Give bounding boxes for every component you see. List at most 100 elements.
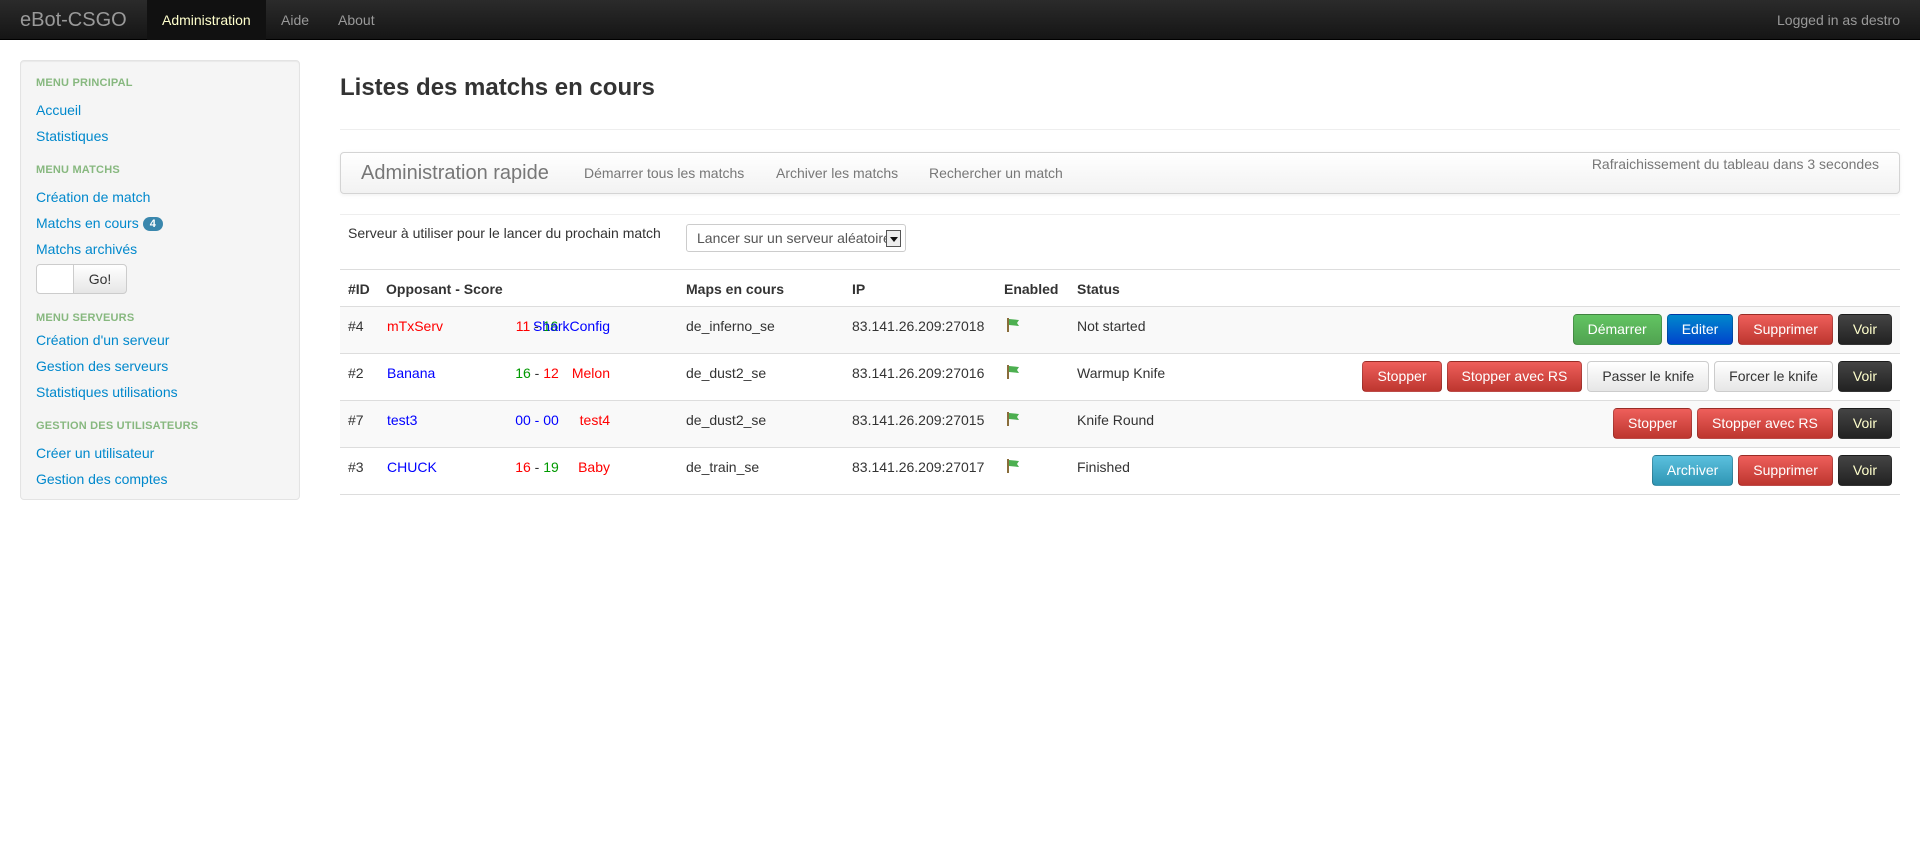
sidebar-item-creation-match[interactable]: Création de match (36, 189, 150, 205)
match-count-badge: 4 (142, 217, 163, 231)
title-divider (340, 129, 1900, 130)
sidebar-item-gestion-serveurs[interactable]: Gestion des serveurs (36, 358, 168, 374)
server-select-value: Lancer sur un serveur aléatoire (697, 230, 889, 246)
col-header-ip: IP (852, 281, 866, 297)
match-score: 00 - 00 (515, 412, 559, 428)
start-all-matches-link[interactable]: Démarrer tous les matchs (584, 165, 744, 181)
sidebar-item-creation-serveur[interactable]: Création d'un serveur (36, 332, 169, 348)
view-button[interactable]: Voir (1837, 361, 1892, 392)
server-ip: 83.141.26.209:27016 (852, 365, 985, 381)
match-id: #7 (348, 412, 364, 428)
nav-aide[interactable]: Aide (266, 0, 324, 40)
stop-with-rs-button[interactable]: Stopper avec RS (1697, 408, 1833, 439)
brand-logo[interactable]: eBot-CSGO (20, 0, 127, 40)
row-actions: Archiver Supprimer Voir (1651, 455, 1892, 486)
col-header-id: #ID (348, 281, 370, 297)
sidebar-item-label: Matchs en cours (36, 215, 139, 231)
nav-about[interactable]: About (323, 0, 390, 40)
stop-button[interactable]: Stopper (1362, 361, 1442, 392)
match-id: #3 (348, 459, 364, 475)
table-top-border (340, 269, 1900, 270)
delete-button[interactable]: Supprimer (1738, 455, 1833, 486)
delete-button[interactable]: Supprimer (1738, 314, 1833, 345)
sidebar: MENU PRINCIPAL Accueil Statistiques MENU… (20, 60, 300, 500)
flag-green-icon (1007, 318, 1019, 332)
team2-name: Melon (571, 365, 610, 381)
refresh-countdown: Rafraichissement du tableau dans 3 secon… (1591, 156, 1879, 172)
col-header-opposant: Opposant - Score (386, 281, 503, 297)
team2-name: SharkConfig (532, 318, 610, 334)
team1-name: mTxServ (387, 318, 443, 334)
chevron-down-icon (886, 230, 901, 247)
map-name: de_dust2_se (686, 412, 767, 428)
skip-knife-button[interactable]: Passer le knife (1587, 361, 1710, 392)
top-navbar: eBot-CSGO Administration Aide About Logg… (0, 0, 1920, 40)
stop-button[interactable]: Stopper (1612, 408, 1693, 439)
match-status: Knife Round (1077, 412, 1155, 428)
page-title: Listes des matchs en cours (340, 74, 655, 101)
sidebar-item-creer-utilisateur[interactable]: Créer un utilisateur (36, 445, 154, 461)
quick-admin-bar: Administration rapide Démarrer tous les … (340, 152, 1900, 194)
sidebar-item-stats-utilisations[interactable]: Statistiques utilisations (36, 384, 178, 400)
section-divider (340, 214, 1900, 215)
archive-matches-link[interactable]: Archiver les matchs (776, 165, 898, 181)
start-button[interactable]: Démarrer (1572, 314, 1662, 345)
map-name: de_inferno_se (686, 318, 775, 334)
match-status: Warmup Knife (1077, 365, 1166, 381)
archive-button[interactable]: Archiver (1651, 455, 1734, 486)
table-row: #2 Banana 16 - 12 Melon de_dust2_se 83.1… (340, 353, 1900, 400)
quick-admin-title: Administration rapide (361, 162, 549, 184)
team1-name: Banana (387, 365, 436, 381)
team2-name: test4 (579, 412, 610, 428)
table-row: #3 CHUCK 16 - 19 Baby de_train_se 83.141… (340, 447, 1900, 494)
sidebar-item-accueil[interactable]: Accueil (36, 102, 81, 118)
map-name: de_train_se (686, 459, 760, 475)
sidebar-header-matchs: MENU MATCHS (36, 164, 120, 176)
table-row: #4 mTxServ 11 - 16 SharkConfig de_infern… (340, 306, 1900, 353)
flag-green-icon (1007, 412, 1019, 426)
server-ip: 83.141.26.209:27017 (852, 459, 985, 475)
team1-name: test3 (387, 412, 418, 428)
sidebar-header-principal: MENU PRINCIPAL (36, 77, 133, 89)
server-select[interactable]: Lancer sur un serveur aléatoire (686, 224, 906, 252)
team2-name: Baby (578, 459, 610, 475)
sidebar-item-matchs-en-cours[interactable]: Matchs en cours 4 (36, 215, 163, 231)
team1-name: CHUCK (387, 459, 437, 475)
row-actions: Stopper Stopper avec RS Passer le knife … (1362, 361, 1892, 392)
match-status: Finished (1077, 459, 1130, 475)
table-bottom-border (340, 494, 1900, 495)
flag-green-icon (1007, 459, 1019, 473)
map-name: de_dust2_se (686, 365, 767, 381)
go-button[interactable]: Go! (73, 264, 127, 294)
sidebar-item-matchs-archives[interactable]: Matchs archivés (36, 241, 137, 257)
nav-administration[interactable]: Administration (147, 0, 266, 40)
row-actions: Démarrer Editer Supprimer Voir (1572, 314, 1892, 345)
match-status: Not started (1077, 318, 1146, 334)
sidebar-header-utilisateurs: GESTION DES UTILISATEURS (36, 420, 199, 432)
logged-in-text: Logged in as destro (1777, 12, 1900, 28)
view-button[interactable]: Voir (1837, 408, 1892, 439)
col-header-enabled: Enabled (1004, 281, 1059, 297)
sidebar-item-statistiques[interactable]: Statistiques (36, 128, 108, 144)
view-button[interactable]: Voir (1837, 455, 1892, 486)
row-actions: Stopper Stopper avec RS Voir (1612, 408, 1892, 439)
table-row: #7 test3 00 - 00 test4 de_dust2_se 83.14… (340, 400, 1900, 447)
stop-with-rs-button[interactable]: Stopper avec RS (1446, 361, 1583, 392)
search-match-link[interactable]: Rechercher un match (929, 165, 1063, 181)
sidebar-item-gestion-comptes[interactable]: Gestion des comptes (36, 471, 168, 487)
view-button[interactable]: Voir (1837, 314, 1892, 345)
col-header-status: Status (1077, 281, 1120, 297)
server-select-label: Serveur à utiliser pour le lancer du pro… (348, 225, 661, 241)
col-header-maps: Maps en cours (686, 281, 785, 297)
match-id-input[interactable] (36, 264, 74, 294)
match-score: 16 - 19 (515, 459, 559, 475)
match-id: #4 (348, 318, 364, 334)
force-knife-button[interactable]: Forcer le knife (1714, 361, 1833, 392)
sidebar-header-serveurs: MENU SERVEURS (36, 312, 135, 324)
match-score: 16 - 12 (515, 365, 559, 381)
match-id: #2 (348, 365, 364, 381)
edit-button[interactable]: Editer (1666, 314, 1734, 345)
flag-green-icon (1007, 365, 1019, 379)
server-ip: 83.141.26.209:27015 (852, 412, 985, 428)
server-ip: 83.141.26.209:27018 (852, 318, 985, 334)
